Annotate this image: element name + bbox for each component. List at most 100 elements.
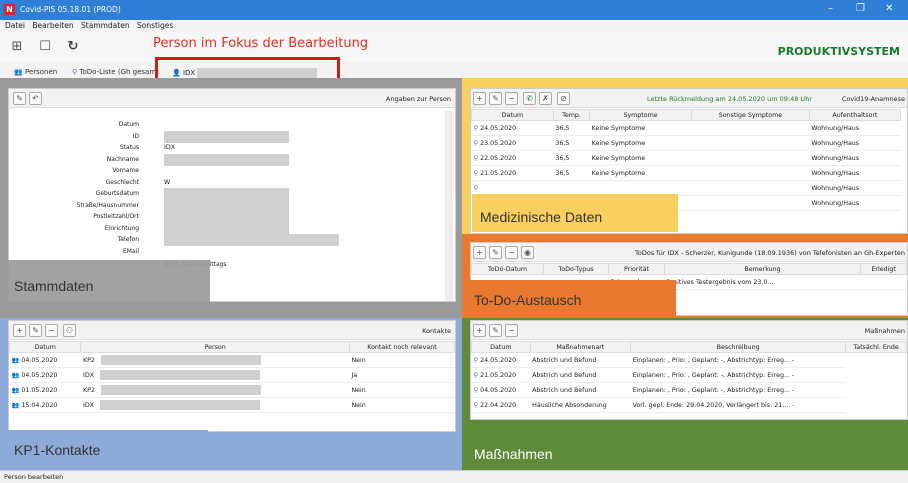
system-label: PRODUKTIVSYSTEM bbox=[777, 45, 900, 58]
table-row[interactable]: 👥 04.05.2020 IDX Ja bbox=[9, 367, 455, 383]
column-header[interactable]: Tatsächl. Ende bbox=[845, 341, 907, 353]
refresh-icon[interactable]: ↻ bbox=[66, 40, 80, 54]
tab-todo-liste[interactable]: ⚲ ToDo-Liste (Gh gesamt bbox=[72, 68, 159, 76]
table-row[interactable]: ⚲ 24.05.2020 36,5 Keine Symptome Wohnung/Ha… bbox=[471, 120, 901, 136]
remove-icon[interactable]: − bbox=[505, 92, 518, 105]
stammdaten-region: ✎ ↶ Angaben zur Person Datum ID Status IDX N… bbox=[0, 78, 462, 318]
table-cell: ⚲ 24.05.2020 bbox=[471, 352, 531, 368]
cell-text: 36,5 bbox=[555, 124, 570, 132]
table-row[interactable]: ⚲ 04.05.2020 Abstrich und Befund Einplanen… bbox=[471, 382, 907, 398]
cell-text: Keine Symptome bbox=[591, 169, 646, 177]
title-bar: N Covid-PIS 05.18.01 (PROD) – ❐ ✕ bbox=[0, 0, 908, 20]
column-header[interactable]: ToDo-Datum bbox=[470, 263, 545, 275]
menu-datei[interactable]: Datei bbox=[5, 20, 25, 32]
field-value[interactable]: W bbox=[164, 179, 170, 186]
column-header[interactable]: ToDo-Typus bbox=[543, 263, 609, 275]
table-cell: 36,5 bbox=[553, 120, 590, 136]
add-icon[interactable]: + bbox=[473, 324, 486, 337]
scrollbar[interactable] bbox=[445, 111, 453, 301]
column-header[interactable]: Kontakt noch relevant bbox=[348, 341, 456, 353]
remove-icon[interactable]: − bbox=[505, 246, 518, 259]
field-value[interactable] bbox=[164, 234, 339, 246]
table-cell: Wohnung/Haus bbox=[809, 150, 901, 166]
table-cell: Keine Symptome bbox=[589, 135, 692, 151]
column-header[interactable]: Bemerkung bbox=[663, 263, 862, 275]
tab-label: Personen bbox=[24, 68, 58, 76]
column-header[interactable]: Sonstige Symptome bbox=[690, 109, 810, 121]
cell-text: Keine Symptome bbox=[591, 154, 646, 162]
menu-sonstiges[interactable]: Sonstiges bbox=[137, 20, 173, 32]
table-row[interactable]: 👥 04.05.2020 KP2 Nein bbox=[9, 352, 455, 368]
table-cell: Häusliche Absonderung bbox=[530, 397, 631, 413]
table-cell: Wohnung/Haus bbox=[809, 195, 901, 211]
field-value[interactable] bbox=[164, 130, 289, 143]
menu-stammdaten[interactable]: Stammdaten bbox=[81, 20, 130, 32]
table-row[interactable]: ⚲ 22.04.2020 Häusliche Absonderung Vorl. g… bbox=[471, 397, 907, 413]
table-cell: Einplanen: , Prio: , Geplant: -, Abstric… bbox=[630, 382, 846, 398]
menu-bearbeiten[interactable]: Bearbeiten bbox=[32, 20, 73, 32]
edit-icon[interactable]: ✎ bbox=[489, 246, 502, 259]
edit-icon[interactable]: ✎ bbox=[13, 92, 26, 105]
table-row[interactable]: ⚲ 21.05.2020 Abstrich und Befund Einplanen… bbox=[471, 367, 907, 383]
field-label: Vorname bbox=[112, 167, 139, 174]
history-icon[interactable]: ↶ bbox=[29, 92, 42, 105]
no-call-icon[interactable]: ⊘ bbox=[557, 92, 570, 105]
table-row[interactable]: ⚲ 21.05.2020 36,5 Keine Symptome Wohnung/Ha… bbox=[471, 165, 901, 181]
edit-icon[interactable]: ✎ bbox=[29, 324, 42, 337]
field-value[interactable]: IDX bbox=[164, 144, 175, 151]
field-value[interactable] bbox=[164, 211, 289, 223]
table-cell bbox=[691, 135, 810, 151]
table-row[interactable]: ⚲ 24.05.2020 Abstrich und Befund Einplanen… bbox=[471, 352, 907, 368]
table-row[interactable]: 👥 01.05.2020 KP2 Nein bbox=[9, 382, 455, 398]
view-icon[interactable]: ◉ bbox=[521, 246, 534, 259]
column-header[interactable]: Beschreibung bbox=[630, 341, 847, 353]
field-value[interactable] bbox=[164, 199, 289, 212]
table-row[interactable]: ⚲ 23.05.2020 36,5 Keine Symptome Wohnung/Ha… bbox=[471, 135, 901, 151]
stammdaten-toolbar: ✎ ↶ Angaben zur Person bbox=[9, 89, 455, 108]
column-header[interactable]: Symptome bbox=[589, 109, 692, 121]
add-icon[interactable]: + bbox=[13, 324, 26, 337]
status-bar: Person bearbeiten bbox=[0, 470, 908, 482]
person-link-icon[interactable]: ⚇ bbox=[63, 324, 76, 337]
todo-title: ToDos für IDX - Scherzer, Kunigunde (18.… bbox=[635, 249, 905, 257]
column-header[interactable]: Aufenthaltsort bbox=[808, 109, 902, 121]
tab-personen[interactable]: 👥 Personen bbox=[14, 68, 57, 76]
column-header[interactable]: Datum bbox=[471, 109, 554, 121]
maximize-icon[interactable]: ❐ bbox=[856, 3, 865, 14]
kontakte-title: Kontakte bbox=[422, 327, 451, 335]
table-row[interactable]: 👥 15.04.2020 IDX Nein bbox=[9, 397, 455, 413]
window-icon[interactable]: ☐ bbox=[38, 40, 52, 54]
grid-icon[interactable]: ⊞ bbox=[10, 40, 24, 54]
table-row[interactable]: ⚲ 22.05.2020 36,5 Keine Symptome Wohnung/Ha… bbox=[471, 150, 901, 166]
close-icon[interactable]: ✕ bbox=[885, 3, 893, 14]
edit-icon[interactable]: ✎ bbox=[489, 92, 502, 105]
field-label: Telefon bbox=[117, 236, 139, 243]
remove-icon[interactable]: − bbox=[45, 324, 58, 337]
table-cell: 👥 15.04.2020 bbox=[9, 397, 81, 413]
person-remove-icon[interactable]: ✗ bbox=[539, 92, 552, 105]
massnahmen-overlay-label: Maßnahmen bbox=[474, 446, 553, 462]
add-icon[interactable]: + bbox=[473, 246, 486, 259]
focus-annotation: Person im Fokus der Bearbeitung bbox=[153, 36, 369, 51]
column-header[interactable]: Erledigt bbox=[860, 263, 907, 275]
remove-icon[interactable]: − bbox=[505, 324, 518, 337]
field-label: Geburtsdatum bbox=[95, 190, 139, 197]
field-value[interactable] bbox=[164, 222, 289, 235]
column-header[interactable]: Datum bbox=[8, 341, 82, 353]
phone-icon[interactable]: ✆ bbox=[523, 92, 536, 105]
column-header[interactable]: Maßnahmenart bbox=[529, 341, 632, 353]
cell-text: Wohnung/Haus bbox=[811, 124, 860, 132]
minimize-icon[interactable]: – bbox=[828, 3, 833, 14]
add-icon[interactable]: + bbox=[473, 92, 486, 105]
field-value[interactable] bbox=[164, 188, 289, 200]
column-header[interactable]: Temp. bbox=[552, 109, 591, 121]
table-cell: 👥 04.05.2020 bbox=[9, 367, 81, 383]
column-header[interactable]: Person bbox=[80, 341, 350, 353]
column-header[interactable]: Datum bbox=[471, 341, 531, 353]
anamnese-title: Covid19-Anamnese bbox=[841, 95, 905, 103]
table-cell: 👥 01.05.2020 bbox=[9, 382, 81, 398]
edit-icon[interactable]: ✎ bbox=[489, 324, 502, 337]
table-cell: Abstrich und Befund bbox=[530, 382, 631, 398]
field-value[interactable] bbox=[164, 153, 289, 166]
column-header[interactable]: Priorität bbox=[607, 263, 665, 275]
